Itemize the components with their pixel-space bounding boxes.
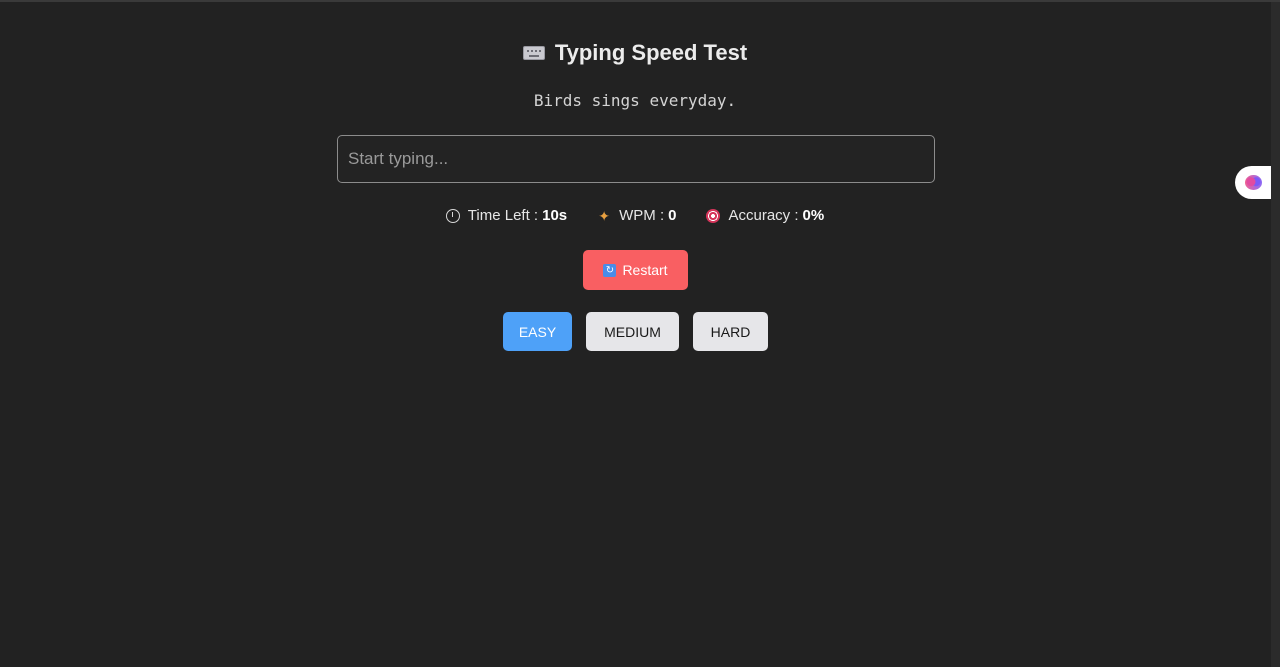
extension-side-widget[interactable] <box>1235 166 1271 199</box>
stopwatch-icon <box>445 208 460 223</box>
target-icon <box>706 208 721 223</box>
typing-input[interactable] <box>337 135 935 183</box>
scrollbar[interactable] <box>1271 2 1280 667</box>
keyboard-icon <box>522 46 545 60</box>
refresh-icon: ↻ <box>603 263 617 277</box>
restart-label: Restart <box>622 262 668 278</box>
wpm-stat: ✦ WPM : 0 <box>597 207 676 224</box>
accuracy-stat: Accuracy : 0% <box>706 207 824 224</box>
target-sentence: Birds sings everyday. <box>533 91 737 110</box>
stats-bar: Time Left : 10s ✦ WPM : 0 Accuracy : 0% <box>0 207 1270 224</box>
difficulty-hard-button[interactable]: HARD <box>693 312 768 351</box>
accuracy-label: Accuracy : <box>728 207 799 224</box>
time-left-value: 10s <box>542 207 568 224</box>
difficulty-easy-button[interactable]: EASY <box>503 312 572 351</box>
time-left-label: Time Left : <box>467 207 539 224</box>
wpm-value: 0 <box>668 207 677 224</box>
difficulty-selector: EASY MEDIUM HARD <box>503 312 768 351</box>
runner-icon: ✦ <box>598 207 610 224</box>
brain-icon <box>1244 175 1262 190</box>
accuracy-value: 0% <box>802 207 825 224</box>
wpm-label: WPM : <box>619 207 665 224</box>
difficulty-medium-button[interactable]: MEDIUM <box>586 312 679 351</box>
time-left-stat: Time Left : 10s <box>445 207 568 224</box>
page-title: Typing Speed Test <box>554 40 748 65</box>
typing-test-page: Typing Speed Test Birds sings everyday. … <box>0 0 1280 667</box>
typing-input-wrapper <box>337 135 935 183</box>
restart-button[interactable]: ↻ Restart <box>583 250 688 290</box>
header: Typing Speed Test <box>0 40 1270 66</box>
